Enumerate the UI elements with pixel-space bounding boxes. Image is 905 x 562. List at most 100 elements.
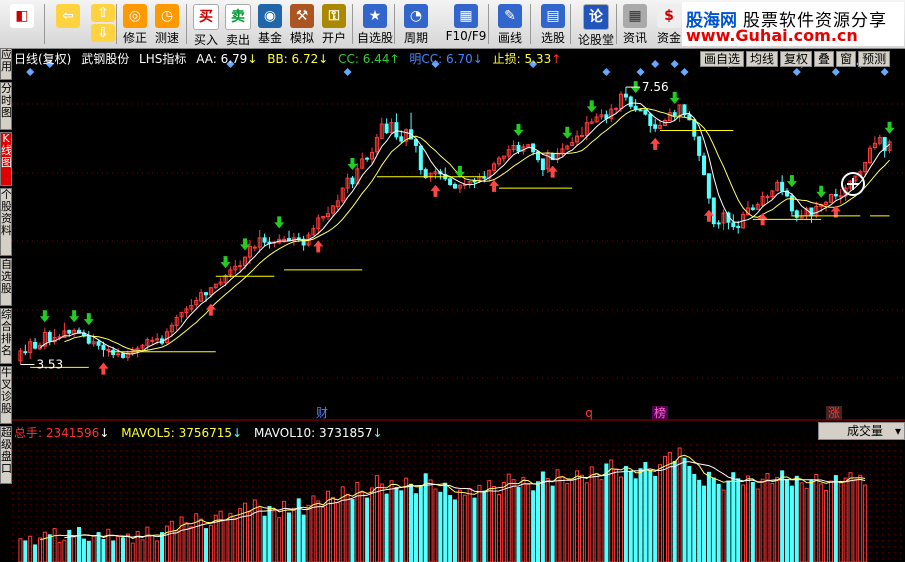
- total-volume: 总手: 2341596: [14, 426, 100, 440]
- indicator-name[interactable]: LHS指标: [139, 52, 186, 66]
- volume-bar: [23, 540, 28, 562]
- event-marker[interactable]: 涨: [826, 405, 842, 420]
- chart-tab-0[interactable]: 画自选: [700, 51, 745, 67]
- sell-signal-arrow-icon: [220, 256, 231, 269]
- toolbar-label: 周期: [403, 31, 428, 45]
- candle-body: [765, 196, 770, 199]
- volume-bar: [648, 470, 653, 562]
- toolbar-button-7[interactable]: ◉ 基金: [256, 2, 284, 46]
- event-marker[interactable]: q: [581, 406, 597, 420]
- candle-body: [282, 238, 287, 241]
- marker-diamond-icon: [343, 68, 352, 76]
- toolbar-button-16[interactable]: ▦ 资讯: [620, 2, 650, 46]
- volume-selector-label: 成交量: [847, 424, 884, 438]
- candle-body: [648, 113, 653, 126]
- candle-body: [101, 344, 106, 351]
- volume-bar: [101, 538, 106, 562]
- side-tab-7[interactable]: 超级盘口: [0, 426, 12, 484]
- sell-signal-arrow-icon: [669, 91, 680, 104]
- event-marker[interactable]: 榜: [652, 405, 668, 420]
- toolbar-button-9[interactable]: ⚿ 开户: [320, 2, 348, 46]
- chart-tab-5[interactable]: 预测: [858, 51, 891, 67]
- side-tab-2[interactable]: K线图: [0, 132, 12, 186]
- toolbar-label: 卖出: [225, 33, 250, 47]
- low-price-label: 3.53: [36, 358, 63, 372]
- volume-bar: [111, 540, 116, 562]
- volume-bar: [794, 475, 799, 562]
- toolbar-button-4[interactable]: ◷ 测速: [152, 2, 182, 46]
- toolbar-button-15[interactable]: 论论股堂: [576, 2, 616, 47]
- app-menu-icon: ◧: [10, 4, 34, 28]
- chart-tab-4[interactable]: 窗: [836, 51, 857, 67]
- toolbar-button-17[interactable]: $ 资金 BBI: [652, 2, 686, 61]
- side-tab-1[interactable]: 分时图: [0, 82, 12, 130]
- sell-icon: 卖: [225, 4, 251, 30]
- volume-bar: [682, 457, 687, 562]
- simulate-icon: ⚒: [290, 4, 314, 28]
- side-tab-4[interactable]: 自选股: [0, 258, 12, 306]
- aa-value: AA: 6.79: [196, 52, 248, 66]
- period-label[interactable]: 日线(复权): [14, 52, 71, 66]
- volume-bar: [789, 485, 794, 562]
- candle-body: [262, 237, 267, 243]
- toolbar-button-11[interactable]: ◔ 周期: [398, 2, 434, 46]
- candle-body: [67, 329, 72, 334]
- toolbar-separator: [186, 4, 187, 44]
- candle-body: [702, 155, 707, 176]
- candle-body: [579, 134, 584, 137]
- event-marker-label: 涨: [828, 405, 840, 420]
- sell-signal-arrow-icon: [69, 310, 80, 323]
- candle-body: [47, 331, 52, 342]
- chart-area[interactable]: 7.56 3.53 财 q 榜 涨: [12, 48, 905, 562]
- bb-arrow-icon: ↓: [318, 52, 329, 66]
- volume-bar: [86, 540, 91, 562]
- marker-diamond-icon: [880, 68, 889, 76]
- sell-signal-arrow-icon: [513, 123, 524, 136]
- candle-body: [86, 335, 91, 344]
- toolbar-button-6[interactable]: 卖卖出: [224, 2, 252, 47]
- toolbar-label: 选股: [540, 31, 565, 45]
- candle-body: [838, 195, 843, 198]
- side-tab-6[interactable]: 牛叉诊股: [0, 366, 12, 424]
- volume-bar: [120, 537, 125, 562]
- app-menu-button[interactable]: ◧: [2, 2, 42, 46]
- candle-body: [614, 107, 619, 110]
- toolbar-button-5[interactable]: 买买入: [192, 2, 220, 47]
- candle-body: [697, 136, 702, 156]
- volume-bar: [731, 472, 736, 562]
- toolbar-button-13[interactable]: ✎ 画线: [490, 2, 530, 46]
- candle-body: [623, 93, 628, 98]
- chart-tab-1[interactable]: 均线: [746, 51, 779, 67]
- volume-bar: [448, 495, 453, 562]
- total-arrow-icon: ↓: [99, 426, 110, 440]
- candle-body: [833, 193, 838, 197]
- toolbar-button-8[interactable]: ⚒ 模拟: [288, 2, 316, 46]
- side-tab-0[interactable]: 应用: [0, 48, 12, 80]
- back-button[interactable]: ⇦: [50, 2, 86, 46]
- candle-body: [780, 181, 785, 192]
- toolbar-separator: [352, 4, 353, 44]
- toolbar-button-3[interactable]: ◎ 修正: [120, 2, 150, 46]
- sell-signal-arrow-icon: [816, 185, 827, 198]
- side-tab-5[interactable]: 综合排名: [0, 308, 12, 364]
- volume-bar: [750, 481, 755, 562]
- volume-bar: [47, 534, 52, 562]
- up-button[interactable]: ⇧ ⇩: [90, 2, 116, 46]
- volume-selector[interactable]: 成交量 ▾: [818, 422, 905, 440]
- side-tab-3[interactable]: 个股资料: [0, 188, 12, 256]
- mingcc-value: 明CC: 6.70: [409, 52, 473, 66]
- volume-bar: [653, 475, 658, 562]
- cc-arrow-icon: ↑: [389, 52, 400, 66]
- volume-bar: [96, 532, 101, 562]
- toolbar-button-12[interactable]: ▦ F10/F9: [444, 2, 488, 46]
- toolbar-button-14[interactable]: ▤ 选股: [533, 2, 573, 46]
- event-marker[interactable]: 财: [314, 406, 330, 420]
- chart-tab-3[interactable]: 叠: [814, 51, 835, 67]
- sell-signal-arrow-icon: [83, 313, 94, 326]
- speed-icon: ◷: [155, 4, 179, 28]
- volume-bar: [780, 470, 785, 562]
- chart-tab-2[interactable]: 复权: [780, 51, 813, 67]
- toolbar-button-10[interactable]: ★ 自选股: [356, 2, 394, 46]
- down-arrow-icon[interactable]: ⇩: [91, 24, 115, 42]
- bb-value: BB: 6.72: [267, 52, 319, 66]
